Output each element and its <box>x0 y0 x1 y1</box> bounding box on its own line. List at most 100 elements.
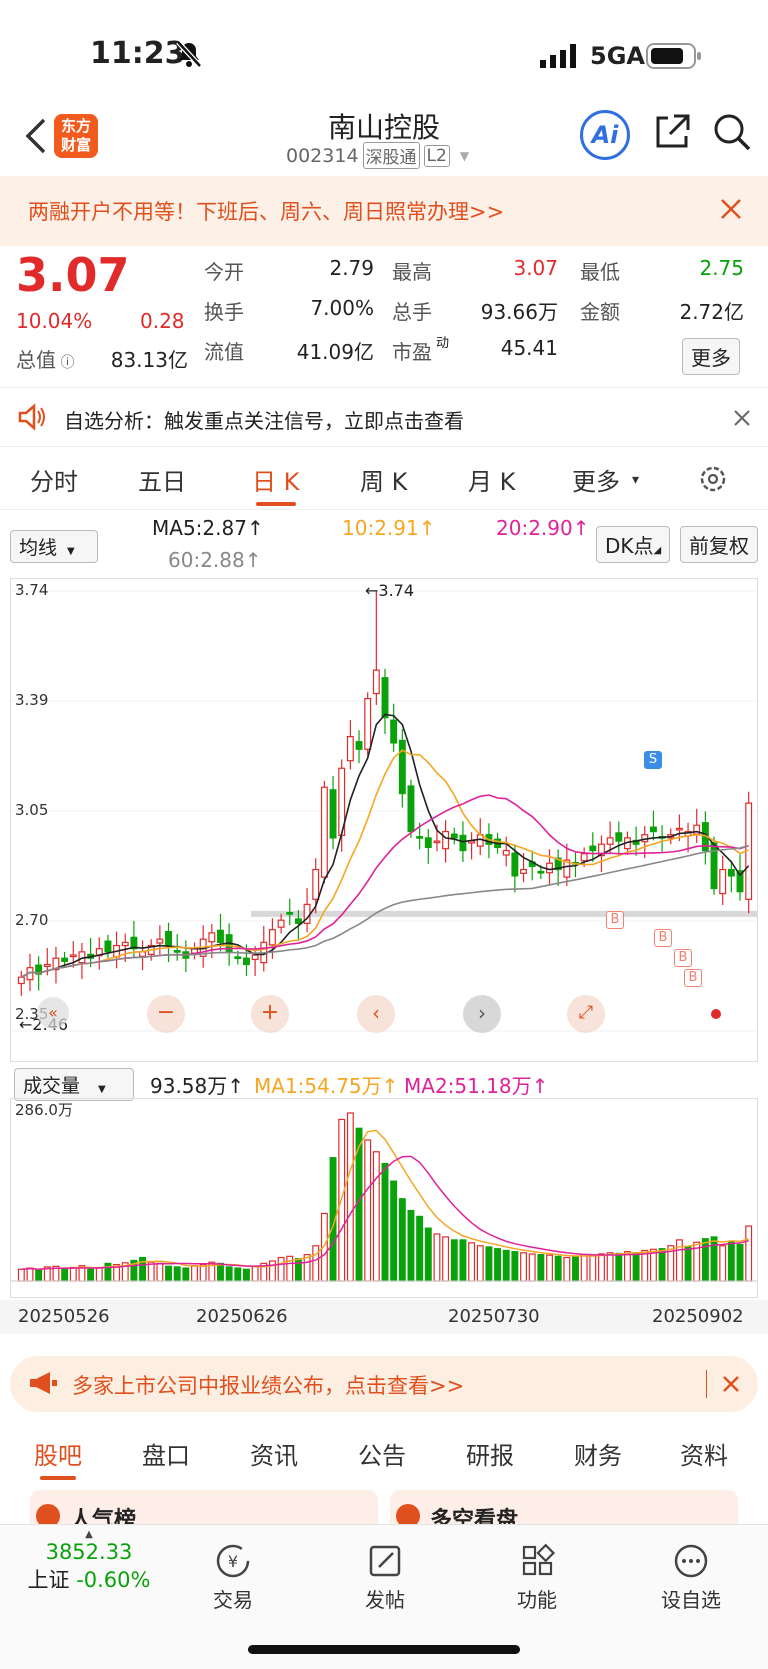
tab-1[interactable]: 五日 <box>138 462 186 497</box>
content-tab-0[interactable]: 股吧 <box>34 1436 82 1480</box>
volume-bar <box>511 1251 519 1282</box>
candle <box>173 949 181 953</box>
volume-bar <box>390 1180 398 1282</box>
nav-function[interactable]: 功能 <box>482 1543 592 1613</box>
earnings-promo[interactable]: 多家上市公司中报业绩公布，点击查看>> <box>10 1356 758 1412</box>
ma20-line <box>20 794 749 978</box>
tab-3[interactable]: 周 K <box>360 462 407 497</box>
candle <box>520 868 527 874</box>
ai-button[interactable]: Ai <box>580 110 630 160</box>
candle <box>589 845 597 852</box>
volume-bar <box>277 1256 285 1282</box>
candle <box>364 698 372 750</box>
speaker-icon <box>16 402 46 436</box>
close-alert-icon[interactable] <box>734 410 750 430</box>
signal-badge-b[interactable]: B <box>606 911 624 929</box>
nav-post[interactable]: 发帖 <box>330 1543 440 1613</box>
candle <box>424 837 432 849</box>
volume-bar <box>546 1254 553 1282</box>
content-tab-4[interactable]: 研报 <box>466 1436 514 1471</box>
quote-label: 市盈 <box>392 340 432 364</box>
candle <box>251 954 259 961</box>
candle <box>69 954 77 958</box>
zoom-out-icon[interactable]: − <box>147 995 185 1033</box>
volume-bar <box>520 1252 527 1282</box>
back-icon[interactable] <box>24 116 48 160</box>
home-indicator[interactable] <box>248 1645 520 1654</box>
volume-select[interactable]: 成交量 ▼ <box>14 1068 134 1101</box>
stock-meta[interactable]: 002314 深股通 L2 ▼ <box>286 142 469 169</box>
nav-function-label: 功能 <box>517 1588 557 1612</box>
search-icon[interactable] <box>712 112 752 156</box>
content-tab-1[interactable]: 盘口 <box>142 1436 190 1471</box>
tab-4[interactable]: 月 K <box>468 462 515 497</box>
next-icon[interactable]: › <box>463 995 501 1033</box>
candle <box>502 849 510 856</box>
period-tabs: 分时 五日 日 K 周 K 月 K 更多 ▾ <box>0 448 768 510</box>
tab-5[interactable]: 更多 <box>572 462 620 497</box>
volume-bar <box>35 1269 43 1282</box>
volume-bar <box>580 1253 588 1282</box>
signal-badge-s[interactable]: S <box>644 751 662 769</box>
volume-bar <box>294 1258 302 1282</box>
content-tab-5[interactable]: 财务 <box>574 1436 622 1471</box>
change-value: 0.28 <box>140 309 185 333</box>
signal-badge-b[interactable]: B <box>654 929 672 947</box>
candle <box>649 826 657 833</box>
volume-chart[interactable]: 286.0万 <box>10 1098 758 1298</box>
margin-banner[interactable]: 两融开户不用等！下班后、周六、周日照常办理>> <box>0 176 768 246</box>
analysis-alert[interactable]: 自选分析：触发重点关注信号，立即点击查看 <box>0 387 768 447</box>
signal-badge-b[interactable]: B <box>684 969 702 987</box>
volume-bar <box>468 1242 476 1282</box>
candle <box>433 840 441 844</box>
y-tick-label: 3.74 <box>15 581 49 599</box>
volume-bar <box>312 1245 320 1282</box>
trade-icon: ¥ <box>216 1544 250 1578</box>
index-widget[interactable]: ▲ 3852.33 上证 -0.60% <box>14 1529 164 1594</box>
candle <box>355 741 363 750</box>
signal-badge-b[interactable]: B <box>674 949 692 967</box>
scroll-left-icon[interactable]: « <box>37 997 69 1029</box>
adjust-button[interactable]: 前复权 <box>680 526 758 563</box>
y-tick-label: 3.39 <box>15 691 49 709</box>
share-icon[interactable] <box>652 112 692 156</box>
more-button[interactable]: 更多 <box>682 338 740 375</box>
tab-2[interactable]: 日 K <box>252 462 299 506</box>
close-promo-icon[interactable] <box>722 1375 740 1397</box>
indicator-select[interactable]: 均线 ▼ <box>10 530 98 563</box>
candle <box>416 836 424 839</box>
settings-icon[interactable] <box>698 464 728 494</box>
candle <box>407 785 415 833</box>
chart-controls: « − + ‹ › ⤢ <box>31 991 731 1035</box>
candle <box>104 940 112 953</box>
content-tab-6[interactable]: 资料 <box>680 1436 728 1471</box>
nav-watchlist[interactable]: 设自选 <box>636 1543 746 1613</box>
nav-trade[interactable]: ¥ 交易 <box>178 1543 288 1613</box>
quote-value: 3.07 <box>513 256 558 280</box>
vol-ma2: MA2:51.18万↑ <box>404 1074 549 1098</box>
volume-bar <box>95 1267 103 1282</box>
volume-bar <box>381 1162 389 1282</box>
prev-icon[interactable]: ‹ <box>357 995 395 1033</box>
kline-chart[interactable]: 3.743.393.052.702.35 ←3.74 ←2.46 SBBBB «… <box>10 578 758 1062</box>
volume-bar <box>398 1198 406 1282</box>
ma-toolbar: 均线 ▼ MA5:2.87↑ 10:2.91↑ 20:2.90↑ 60:2.88↑… <box>0 512 768 576</box>
volume-value: 93.58万↑ <box>150 1074 245 1098</box>
content-tab-3[interactable]: 公告 <box>358 1436 406 1471</box>
tab-0[interactable]: 分时 <box>30 462 78 497</box>
nav-trade-label: 交易 <box>213 1588 253 1612</box>
quote-value: 2.79 <box>329 256 374 280</box>
volume-bar <box>234 1267 242 1282</box>
volume-bar <box>727 1240 735 1282</box>
support-band <box>251 910 757 917</box>
content-tab-2[interactable]: 资讯 <box>250 1436 298 1471</box>
volume-bar <box>554 1255 562 1282</box>
candle <box>286 912 294 915</box>
close-icon[interactable] <box>720 198 742 224</box>
edit-icon <box>369 1545 401 1577</box>
dk-button[interactable]: DK点◢ <box>596 526 671 563</box>
ma20-label: 20:2.90↑ <box>496 516 590 540</box>
index-pct: -0.60% <box>76 1568 151 1592</box>
zoom-in-icon[interactable]: + <box>251 995 289 1033</box>
fullscreen-icon[interactable]: ⤢ <box>567 995 605 1033</box>
